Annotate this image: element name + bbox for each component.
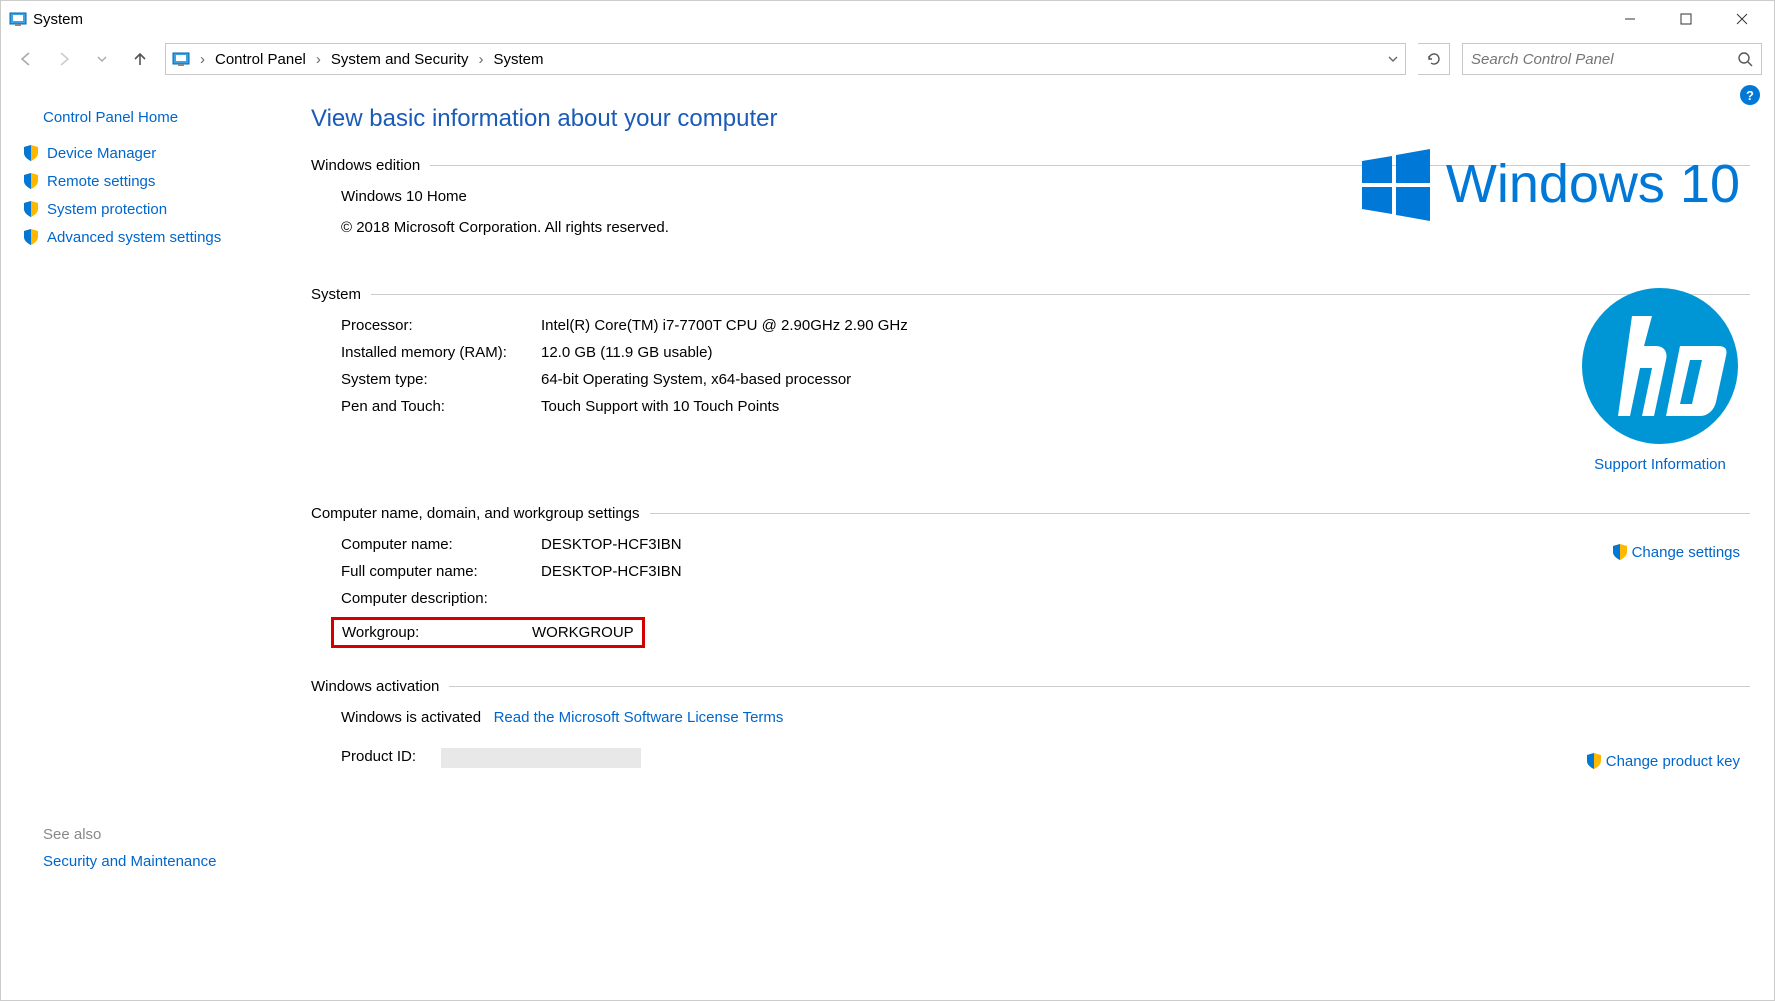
- system-type-label: System type:: [341, 371, 541, 388]
- section-divider: [650, 513, 1750, 514]
- system-icon: [172, 50, 190, 68]
- shield-icon: [1612, 543, 1628, 561]
- windows-copyright: © 2018 Microsoft Corporation. All rights…: [341, 219, 1750, 236]
- chevron-right-icon[interactable]: ›: [478, 51, 483, 68]
- help-icon[interactable]: ?: [1740, 85, 1760, 105]
- pen-touch-label: Pen and Touch:: [341, 398, 541, 415]
- back-button[interactable]: [13, 46, 39, 72]
- product-id-label: Product ID:: [341, 748, 441, 768]
- pen-touch-value: Touch Support with 10 Touch Points: [541, 398, 1750, 415]
- shield-icon: [1586, 752, 1602, 770]
- processor-value: Intel(R) Core(TM) i7-7700T CPU @ 2.90GHz…: [541, 317, 1750, 334]
- titlebar: System: [1, 1, 1774, 37]
- section-system: System Support Information Processor:Int…: [311, 286, 1750, 415]
- windows-text: Windows 10: [1446, 153, 1740, 215]
- computer-name-value: DESKTOP-HCF3IBN: [541, 536, 1750, 553]
- windows-logo: Windows 10: [1358, 147, 1740, 221]
- sidebar: Control Panel Home Device Manager Remote…: [1, 81, 281, 1000]
- change-product-key-label: Change product key: [1606, 753, 1740, 770]
- section-computer-name: Computer name, domain, and workgroup set…: [311, 505, 1750, 648]
- sidebar-link-device-manager[interactable]: Device Manager: [23, 144, 267, 162]
- sidebar-item-label: Advanced system settings: [47, 229, 221, 246]
- workgroup-value: WORKGROUP: [532, 624, 634, 641]
- change-settings-label: Change settings: [1632, 544, 1740, 561]
- system-type-value: 64-bit Operating System, x64-based proce…: [541, 371, 1750, 388]
- forward-button[interactable]: [51, 46, 77, 72]
- full-computer-name-value: DESKTOP-HCF3IBN: [541, 563, 1750, 580]
- chevron-right-icon[interactable]: ›: [316, 51, 321, 68]
- system-icon: [9, 10, 27, 28]
- section-heading: System: [311, 286, 371, 303]
- sidebar-item-label: System protection: [47, 201, 167, 218]
- sidebar-link-remote-settings[interactable]: Remote settings: [23, 172, 267, 190]
- computer-description-label: Computer description:: [341, 590, 541, 607]
- sidebar-link-advanced-settings[interactable]: Advanced system settings: [23, 228, 267, 246]
- ram-label: Installed memory (RAM):: [341, 344, 541, 361]
- search-icon[interactable]: [1737, 51, 1753, 67]
- sidebar-item-label: Device Manager: [47, 145, 156, 162]
- computer-name-label: Computer name:: [341, 536, 541, 553]
- search-box[interactable]: [1462, 43, 1762, 75]
- window-title: System: [27, 11, 1602, 28]
- sidebar-item-label: Remote settings: [47, 173, 155, 190]
- change-settings-link[interactable]: Change settings: [1612, 543, 1740, 561]
- hp-logo-icon: [1580, 286, 1740, 446]
- page-title: View basic information about your comput…: [311, 105, 1750, 133]
- up-button[interactable]: [127, 46, 153, 72]
- product-id-value: [441, 748, 641, 768]
- processor-label: Processor:: [341, 317, 541, 334]
- manufacturer-area: Support Information: [1580, 286, 1740, 473]
- section-heading: Computer name, domain, and workgroup set…: [311, 505, 650, 522]
- section-divider: [371, 294, 1750, 295]
- full-computer-name-label: Full computer name:: [341, 563, 541, 580]
- recent-dropdown[interactable]: [89, 46, 115, 72]
- shield-icon: [23, 200, 39, 218]
- close-button[interactable]: [1714, 3, 1770, 35]
- support-information-link[interactable]: Support Information: [1580, 456, 1740, 473]
- windows-icon: [1358, 147, 1432, 221]
- change-product-key-link[interactable]: Change product key: [1586, 752, 1740, 770]
- section-divider: [449, 686, 1750, 687]
- search-input[interactable]: [1471, 51, 1737, 68]
- main-panel: ? View basic information about your comp…: [281, 81, 1774, 1000]
- maximize-button[interactable]: [1658, 3, 1714, 35]
- sidebar-link-system-protection[interactable]: System protection: [23, 200, 267, 218]
- breadcrumb-bar[interactable]: › Control Panel › System and Security › …: [165, 43, 1406, 75]
- refresh-button[interactable]: [1418, 43, 1450, 75]
- section-heading: Windows activation: [311, 678, 449, 695]
- see-also-heading: See also: [43, 826, 267, 843]
- license-terms-link[interactable]: Read the Microsoft Software License Term…: [494, 709, 784, 726]
- control-panel-home-link[interactable]: Control Panel Home: [43, 109, 271, 126]
- chevron-right-icon[interactable]: ›: [200, 51, 205, 68]
- activation-status: Windows is activated: [341, 709, 481, 726]
- breadcrumb-item[interactable]: Control Panel: [215, 51, 306, 68]
- shield-icon: [23, 144, 39, 162]
- section-activation: Windows activation Change product key Wi…: [311, 678, 1750, 768]
- shield-icon: [23, 172, 39, 190]
- address-bar: › Control Panel › System and Security › …: [1, 37, 1774, 81]
- section-heading: Windows edition: [311, 157, 430, 174]
- workgroup-highlight: Workgroup: WORKGROUP: [331, 617, 645, 648]
- workgroup-label: Workgroup:: [342, 624, 532, 641]
- breadcrumb-item[interactable]: System: [493, 51, 543, 68]
- computer-description-value: [541, 590, 1750, 607]
- minimize-button[interactable]: [1602, 3, 1658, 35]
- see-also-security-maintenance[interactable]: Security and Maintenance: [43, 853, 267, 870]
- section-windows-edition: Windows edition Windows 10 Windows 10 Ho…: [311, 157, 1750, 236]
- breadcrumb-item[interactable]: System and Security: [331, 51, 469, 68]
- shield-icon: [23, 228, 39, 246]
- ram-value: 12.0 GB (11.9 GB usable): [541, 344, 1750, 361]
- chevron-down-icon[interactable]: [1387, 53, 1399, 65]
